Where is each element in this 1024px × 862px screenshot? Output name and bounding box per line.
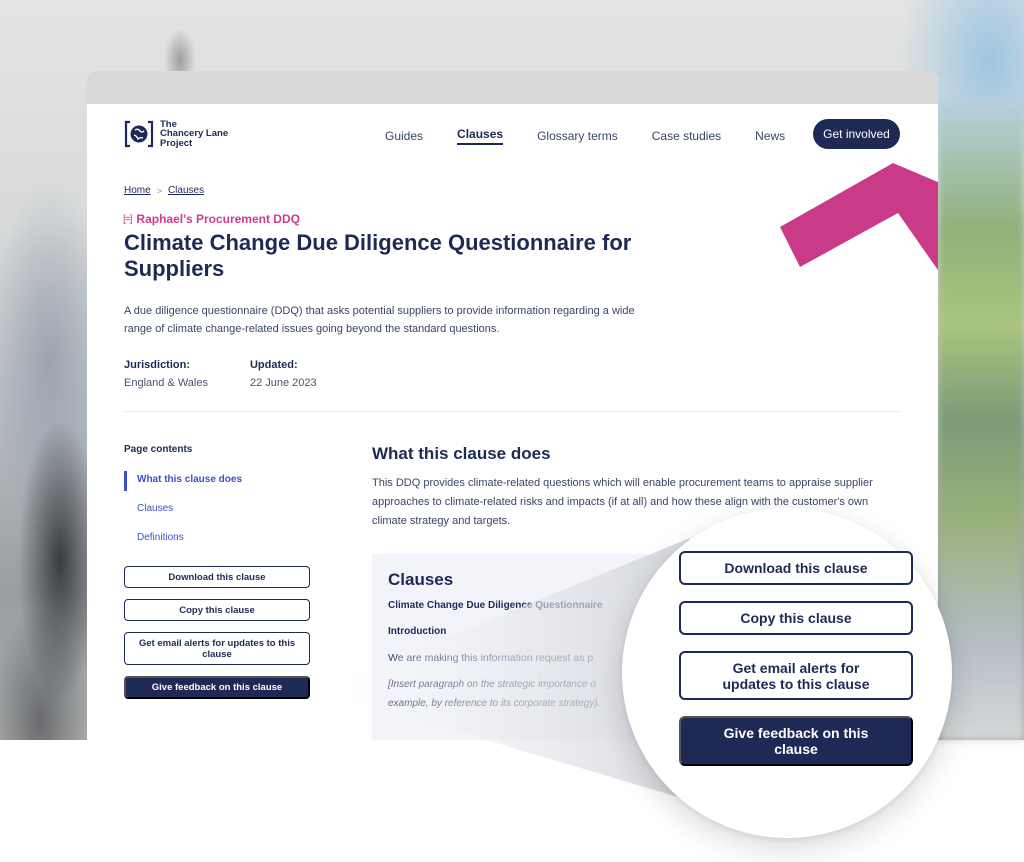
breadcrumb-clauses[interactable]: Clauses [168,185,204,196]
toc-item-definitions[interactable]: Definitions [124,529,242,558]
meta-label: Updated: [249,359,298,371]
page-title: Climate Change Due Diligence Questionnai… [124,230,632,281]
toc-item-clauses[interactable]: Clauses [124,500,242,529]
clause-tag: [=] Raphael's Procurement DDQ [123,212,300,226]
get-involved-button[interactable]: Get involved [813,119,900,149]
page-contents-heading: Page contents [124,444,193,455]
document-icon: [=] [123,213,132,225]
magnified-feedback-button[interactable]: Give feedback on this clause [679,716,913,766]
magnified-copy-button[interactable]: Copy this clause [679,601,913,635]
clause-tag-label: Raphael's Procurement DDQ [136,212,300,226]
pink-chevron-decoration [780,163,938,271]
browser-chrome-bar [87,71,938,104]
email-alerts-button[interactable]: Get email alerts for updates to this cla… [124,632,310,665]
nav-clauses[interactable]: Clauses [457,126,504,145]
magnified-email-alerts-button[interactable]: Get email alerts for updates to this cla… [679,651,913,700]
main-navigation: Guides Clauses Glossary terms Case studi… [385,126,819,145]
breadcrumb-home[interactable]: Home [124,185,151,196]
give-feedback-button[interactable]: Give feedback on this clause [124,676,310,699]
magnified-download-button[interactable]: Download this clause [679,551,913,585]
breadcrumb: Home > Clauses [124,185,204,196]
meta-label: Jurisdiction: [124,359,191,371]
breadcrumb-separator-icon: > [156,185,162,196]
meta-value: 22 June 2023 [249,377,317,389]
clause-actions: Download this clause Copy this clause Ge… [124,566,310,699]
download-clause-button[interactable]: Download this clause [124,566,310,588]
copy-clause-button[interactable]: Copy this clause [124,599,310,621]
toc-item-what-this-clause-does[interactable]: What this clause does [124,471,242,500]
meta-updated: Updated: 22 June 2023 [250,356,317,392]
nav-news[interactable]: News [755,128,785,144]
site-logo[interactable]: The Chancery Lane Project [124,119,228,149]
magnified-clause-actions: Download this clause Copy this clause Ge… [679,551,913,766]
section-divider [124,411,900,412]
globe-bracket-logo-icon [124,120,154,148]
section-heading-what-this-clause-does: What this clause does [372,444,551,463]
nav-guides[interactable]: Guides [385,128,423,144]
clause-meta: Jurisdiction: England & Wales Updated: 2… [124,356,317,392]
logo-line: Project [160,137,193,149]
blurred-plant-background [938,100,1024,740]
meta-jurisdiction: Jurisdiction: England & Wales [124,356,208,392]
page-description: A due diligence questionnaire (DDQ) that… [124,305,635,335]
page-contents-list: What this clause does Clauses Definition… [124,471,242,558]
logo-text: The Chancery Lane Project [160,120,228,149]
meta-value: England & Wales [124,377,208,389]
nav-glossary-terms[interactable]: Glossary terms [537,128,618,144]
nav-case-studies[interactable]: Case studies [652,128,721,144]
